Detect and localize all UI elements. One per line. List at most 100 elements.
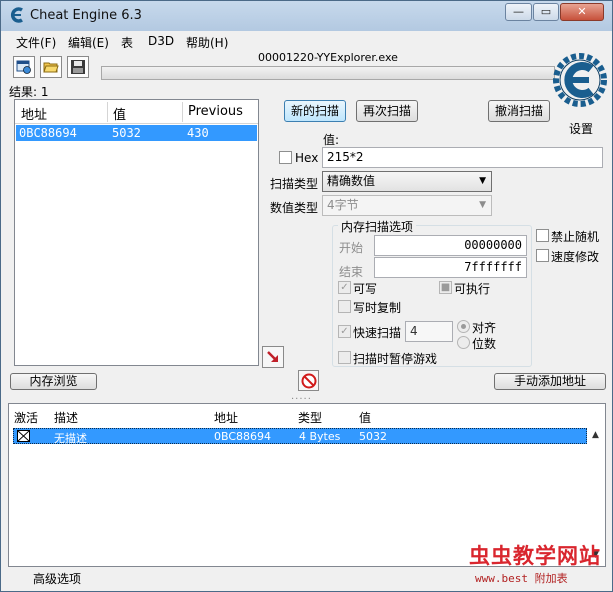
scroll-up-icon[interactable]: ▲: [592, 430, 599, 440]
value-type-label: 数值类型: [270, 201, 319, 215]
maximize-button[interactable]: ▭: [533, 3, 559, 21]
open-process-icon: [16, 60, 31, 74]
open-folder-icon: [43, 62, 59, 73]
fast-scan-checkbox[interactable]: ✓: [338, 325, 351, 338]
found-list-header: 地址 值 Previous: [15, 100, 258, 124]
column-description[interactable]: 描述: [54, 409, 78, 426]
cross-icon: [18, 431, 29, 441]
fast-scan-input[interactable]: 4: [405, 321, 453, 342]
chevron-down-icon: ▼: [479, 176, 486, 186]
stop-address-input[interactable]: 7fffffff: [374, 257, 527, 278]
last-digits-radio[interactable]: [457, 336, 470, 349]
scan-progress-bar: [101, 66, 555, 80]
menu-table[interactable]: 表: [121, 34, 133, 51]
no-entry-icon: [301, 373, 316, 388]
row-type: 4 Bytes: [299, 430, 341, 443]
cheat-engine-logo-icon[interactable]: [553, 53, 607, 107]
column-address[interactable]: 地址: [214, 409, 238, 426]
add-address-manually-button[interactable]: 手动添加地址: [494, 373, 606, 390]
menu-bar: 文件(F) 编辑(E) 表 D3D 帮助(H): [1, 31, 612, 51]
fast-scan-label: 快速扫描: [353, 326, 402, 340]
column-previous[interactable]: Previous: [188, 104, 243, 119]
found-row-address: 0BC88694: [19, 126, 77, 140]
value-type-value: 4字节: [327, 198, 359, 212]
watermark: 虫虫教学网站 www.best 附加表: [469, 540, 613, 590]
watermark-url: www.best 附加表: [475, 572, 568, 585]
writable-checkbox[interactable]: ✓: [338, 281, 351, 294]
open-process-button[interactable]: [13, 56, 35, 78]
column-value[interactable]: 值: [113, 104, 126, 123]
save-button[interactable]: [67, 56, 89, 78]
row-description: 无描述: [54, 432, 87, 445]
main-window: Cheat Engine 6.3 — ▭ ✕ 文件(F) 编辑(E) 表 D3D…: [0, 0, 613, 592]
column-divider: [107, 102, 108, 122]
executable-checkbox[interactable]: ■: [439, 281, 452, 294]
copy-on-write-label: 写时复制: [353, 301, 402, 315]
pause-game-checkbox[interactable]: [338, 351, 351, 364]
executable-label: 可执行: [454, 282, 491, 296]
row-address: 0BC88694: [214, 430, 272, 443]
advanced-options-button[interactable]: 高级选项: [33, 570, 81, 587]
hex-checkbox[interactable]: [279, 151, 292, 164]
chevron-down-icon: ▼: [479, 200, 486, 210]
next-scan-button[interactable]: 再次扫描: [356, 100, 418, 122]
menu-d3d[interactable]: D3D: [148, 34, 174, 48]
result-count: 结果: 1: [9, 83, 49, 100]
start-address-input[interactable]: 00000000: [374, 235, 527, 256]
writable-label: 可写: [353, 282, 378, 296]
pause-game-label: 扫描时暂停游戏: [353, 352, 438, 366]
unrandomizer-label: 禁止随机: [551, 230, 600, 244]
menu-edit[interactable]: 编辑(E): [68, 34, 109, 51]
scan-type-label: 扫描类型: [270, 177, 319, 191]
undo-scan-button[interactable]: 撤消扫描: [488, 100, 550, 122]
title-bar[interactable]: Cheat Engine 6.3 — ▭ ✕: [1, 1, 612, 31]
memory-scan-options-title: 内存扫描选项: [338, 218, 417, 235]
splitter-grip-icon: .....: [291, 391, 312, 402]
active-checkbox[interactable]: [17, 430, 30, 442]
speedhack-label: 速度修改: [551, 250, 600, 264]
result-count-value: 1: [40, 85, 49, 99]
process-name: 00001220-YYExplorer.exe: [258, 51, 398, 64]
add-to-list-button[interactable]: [262, 346, 284, 368]
result-count-label: 结果:: [9, 85, 38, 99]
alignment-label: 对齐: [472, 321, 497, 335]
hex-label: Hex: [295, 151, 319, 165]
column-active[interactable]: 激活: [14, 409, 38, 426]
window-title: Cheat Engine 6.3: [30, 8, 142, 23]
start-label: 开始: [339, 241, 364, 255]
menu-help[interactable]: 帮助(H): [186, 34, 228, 51]
found-row-previous: 430: [187, 126, 209, 140]
column-address[interactable]: 地址: [21, 104, 47, 123]
panel-splitter[interactable]: .....: [1, 391, 612, 402]
clear-list-button[interactable]: [298, 370, 319, 391]
cheat-engine-app-icon: [11, 7, 23, 23]
last-digits-label: 位数: [472, 337, 497, 351]
row-value: 5032: [359, 430, 387, 443]
settings-label[interactable]: 设置: [569, 120, 593, 137]
scan-type-select[interactable]: 精确数值 ▼: [322, 171, 492, 192]
table-row[interactable]: 无描述 0BC88694 4 Bytes 5032: [13, 428, 587, 445]
found-address-list[interactable]: 地址 值 Previous 0BC88694 5032 430: [14, 99, 259, 366]
menu-file[interactable]: 文件(F): [16, 34, 56, 51]
minimize-button[interactable]: —: [505, 3, 532, 21]
value-label: 值:: [323, 133, 340, 147]
close-button[interactable]: ✕: [560, 3, 604, 21]
save-icon: [71, 60, 85, 74]
watermark-title: 虫虫教学网站: [469, 544, 601, 568]
new-scan-button[interactable]: 新的扫描: [284, 100, 346, 122]
unrandomizer-checkbox[interactable]: [536, 229, 549, 242]
column-type[interactable]: 类型: [298, 409, 322, 426]
copy-on-write-checkbox[interactable]: [338, 300, 351, 313]
alignment-radio[interactable]: [457, 320, 470, 333]
found-row-value: 5032: [112, 126, 141, 140]
scan-type-value: 精确数值: [327, 174, 376, 188]
column-value[interactable]: 值: [359, 409, 371, 426]
speedhack-checkbox[interactable]: [536, 249, 549, 262]
found-row[interactable]: 0BC88694 5032 430: [16, 125, 257, 141]
stop-label: 结束: [339, 265, 364, 279]
open-file-button[interactable]: [40, 56, 62, 78]
memory-view-button[interactable]: 内存浏览: [10, 373, 97, 390]
value-type-select[interactable]: 4字节 ▼: [322, 195, 492, 216]
column-divider: [182, 102, 183, 122]
value-input[interactable]: 215*2: [322, 147, 603, 168]
